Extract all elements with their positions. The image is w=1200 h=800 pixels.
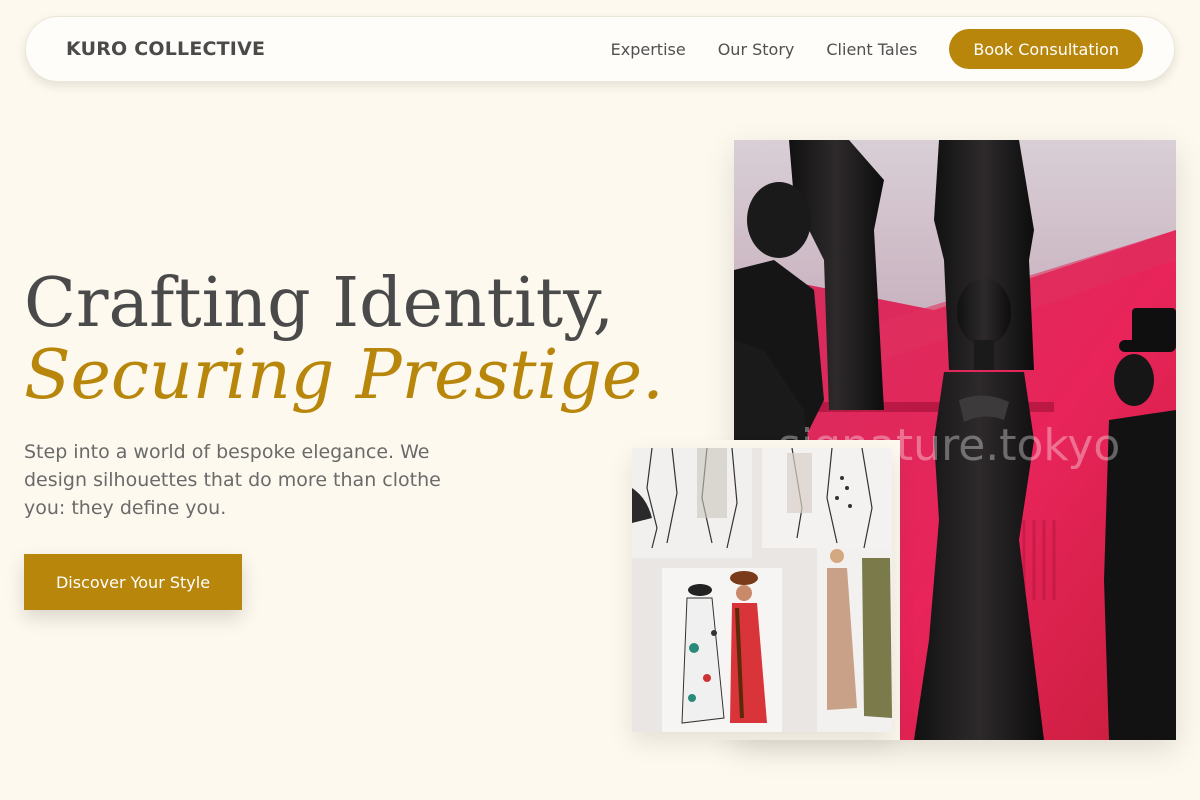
hero-description: Step into a world of bespoke elegance. W… [24,441,441,519]
headline-line-1: Crafting Identity, [24,264,615,343]
nav-link-expertise[interactable]: Expertise [611,40,686,59]
headline-line-2: Securing Prestige. [24,336,664,415]
top-navbar: KURO COLLECTIVE Expertise Our Story Clie… [25,16,1175,82]
fashion-sketches-photo [632,448,892,732]
nav-links: Expertise Our Story Client Tales Book Co… [611,29,1143,69]
brand-logo[interactable]: KURO COLLECTIVE [66,38,265,60]
hero-headline: Crafting Identity, Securing Prestige. [24,268,664,412]
nav-link-client-tales[interactable]: Client Tales [826,40,917,59]
nav-link-our-story[interactable]: Our Story [718,40,795,59]
discover-style-button[interactable]: Discover Your Style [24,554,242,610]
book-consultation-button[interactable]: Book Consultation [949,29,1143,69]
